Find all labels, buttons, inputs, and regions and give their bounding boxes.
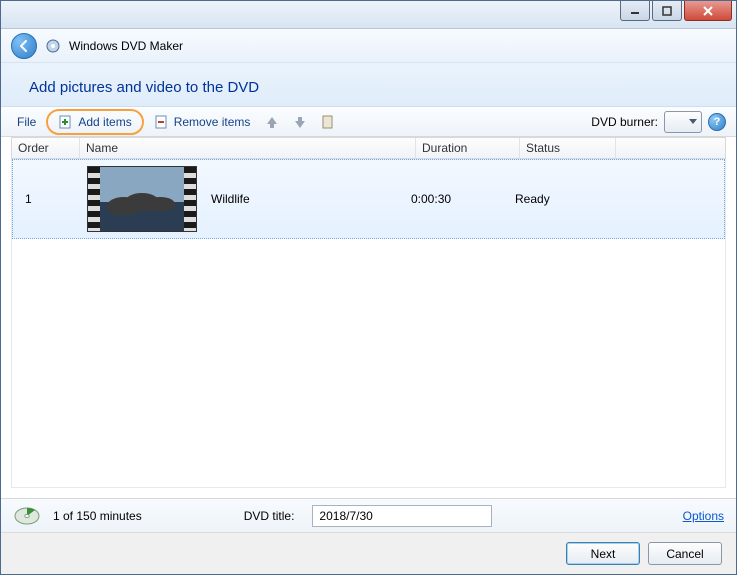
properties-icon: [320, 114, 336, 130]
properties-button[interactable]: [316, 112, 340, 132]
nav-bar: Windows DVD Maker: [1, 29, 736, 63]
cell-order: 1: [19, 192, 79, 206]
next-button[interactable]: Next: [566, 542, 640, 565]
arrow-down-icon: [292, 114, 308, 130]
dvd-title-input[interactable]: [312, 505, 492, 527]
button-bar: Next Cancel: [1, 532, 736, 574]
close-button[interactable]: [684, 1, 732, 21]
wizard-header: Add pictures and video to the DVD: [1, 63, 736, 107]
list-header: Order Name Duration Status: [11, 137, 726, 159]
app-icon: [45, 38, 61, 54]
remove-items-label: Remove items: [174, 115, 251, 129]
list-body: 1 Wildlife 0:00:30 Ready: [11, 159, 726, 488]
options-link[interactable]: Options: [683, 509, 724, 523]
arrow-up-icon: [264, 114, 280, 130]
cell-name: Wildlife: [205, 192, 405, 206]
wizard-heading: Add pictures and video to the DVD: [29, 79, 708, 96]
column-status[interactable]: Status: [520, 138, 616, 158]
cell-duration: 0:00:30: [405, 192, 509, 206]
column-order[interactable]: Order: [12, 138, 80, 158]
help-button[interactable]: ?: [708, 113, 726, 131]
back-button[interactable]: [11, 33, 37, 59]
dvd-title-label: DVD title:: [244, 509, 295, 523]
add-items-highlight: Add items: [46, 109, 143, 135]
column-duration[interactable]: Duration: [416, 138, 520, 158]
minutes-used-text: 1 of 150 minutes: [53, 509, 142, 523]
file-menu[interactable]: File: [11, 113, 42, 131]
cancel-button[interactable]: Cancel: [648, 542, 722, 565]
toolbar: File Add items Remove items DVD burner: …: [1, 107, 736, 137]
app-title: Windows DVD Maker: [69, 39, 183, 53]
chevron-down-icon: [689, 119, 697, 125]
window-controls: [620, 1, 736, 21]
list-item[interactable]: 1 Wildlife 0:00:30 Ready: [12, 159, 725, 239]
disc-usage-icon: [13, 506, 41, 526]
minimize-button[interactable]: [620, 1, 650, 21]
title-bar: [1, 1, 736, 29]
video-thumbnail: [87, 166, 197, 232]
add-items-label: Add items: [78, 115, 131, 129]
list-area: Order Name Duration Status 1 Wildlife 0:…: [1, 137, 736, 498]
file-menu-label: File: [17, 115, 36, 129]
dvd-burner-dropdown[interactable]: [664, 111, 702, 133]
column-name[interactable]: Name: [80, 138, 416, 158]
cell-status: Ready: [509, 192, 605, 206]
remove-items-icon: [154, 114, 170, 130]
status-bar: 1 of 150 minutes DVD title: Options: [1, 498, 736, 532]
move-up-button[interactable]: [260, 112, 284, 132]
move-down-button[interactable]: [288, 112, 312, 132]
add-items-icon: [58, 114, 74, 130]
maximize-button[interactable]: [652, 1, 682, 21]
remove-items-button[interactable]: Remove items: [148, 112, 257, 132]
dvd-burner-label: DVD burner:: [591, 115, 658, 129]
window: Windows DVD Maker Add pictures and video…: [0, 0, 737, 575]
add-items-button[interactable]: Add items: [56, 112, 133, 132]
